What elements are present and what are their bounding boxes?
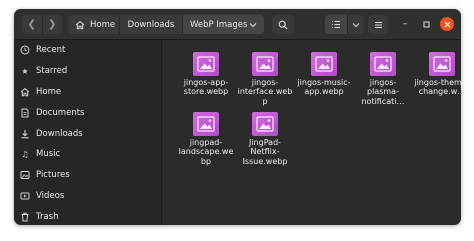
sidebar-item-label: Music <box>36 149 61 160</box>
list-view-icon <box>332 21 340 28</box>
file-manager-window: ❮ ❯ Home Downloads WebP Images – Recent … <box>14 9 461 225</box>
file-item[interactable]: jingos-plasma-notificati… <box>355 52 411 106</box>
sidebar-item-recent[interactable]: Recent <box>14 40 161 61</box>
video-icon <box>20 191 30 201</box>
sidebar-item-downloads[interactable]: Downloads <box>14 123 161 144</box>
file-name: jingpad-landscape.webp <box>178 138 234 166</box>
sidebar-item-label: Trash <box>36 211 59 222</box>
navigation-buttons: ❮ ❯ <box>22 15 62 34</box>
download-icon <box>20 129 30 139</box>
image-file-icon <box>193 112 219 136</box>
close-button[interactable] <box>440 17 454 31</box>
search-button[interactable] <box>272 15 294 34</box>
maximize-icon <box>423 21 429 27</box>
back-button[interactable]: ❮ <box>22 15 42 34</box>
file-grid: jingos-app-store.webp jingos-interface.w… <box>162 40 461 225</box>
home-icon <box>20 87 30 97</box>
file-name: jingos-music-app.webp <box>297 78 351 97</box>
image-file-icon <box>429 52 455 76</box>
sidebar-item-starred[interactable]: ★ Starred <box>14 61 161 82</box>
sidebar-item-label: Recent <box>36 45 66 56</box>
image-file-icon <box>193 52 219 76</box>
file-item[interactable]: jingos-theme-change.w… <box>414 52 461 97</box>
pictures-icon <box>20 170 30 180</box>
clock-icon <box>20 45 30 55</box>
document-icon <box>20 108 30 118</box>
sidebar-item-label: Documents <box>36 107 85 118</box>
file-item[interactable]: jingos-interface.webp <box>237 52 293 106</box>
file-item[interactable]: jingos-app-store.webp <box>178 52 234 97</box>
file-name: jingos-plasma-notificati… <box>361 78 405 106</box>
chevron-left-icon: ❮ <box>27 19 36 30</box>
sidebar: Recent ★ Starred Home Documents Download… <box>14 40 162 225</box>
file-name: jingos-app-store.webp <box>183 78 229 97</box>
close-icon <box>444 21 450 27</box>
music-icon: ♫ <box>21 149 29 159</box>
sidebar-item-home[interactable]: Home <box>14 82 161 103</box>
chevron-right-icon: ❯ <box>48 19 57 30</box>
sidebar-item-trash[interactable]: Trash <box>14 206 161 225</box>
minimize-button[interactable]: – <box>398 17 412 31</box>
chevron-down-icon <box>249 22 257 27</box>
hamburger-menu-icon <box>374 21 382 28</box>
list-view-button[interactable] <box>325 15 347 34</box>
file-name: JingPad-Netflix-Issue.webp <box>242 138 288 166</box>
sidebar-item-documents[interactable]: Documents <box>14 102 161 123</box>
file-item[interactable]: JingPad-Netflix-Issue.webp <box>237 112 293 166</box>
sidebar-item-label: Downloads <box>36 128 83 139</box>
file-name: jingos-interface.webp <box>237 78 293 106</box>
image-file-icon <box>252 52 278 76</box>
breadcrumb-home[interactable]: Home <box>68 15 119 34</box>
image-file-icon <box>370 52 396 76</box>
maximize-button[interactable] <box>419 17 433 31</box>
file-item[interactable]: jingpad-landscape.webp <box>178 112 234 166</box>
view-options-button[interactable] <box>347 15 364 34</box>
sidebar-item-pictures[interactable]: Pictures <box>14 165 161 186</box>
sidebar-item-music[interactable]: ♫ Music <box>14 144 161 165</box>
image-file-icon <box>311 52 337 76</box>
chevron-down-icon <box>352 22 360 27</box>
minimize-icon: – <box>402 19 408 29</box>
sidebar-item-label: Pictures <box>36 170 70 181</box>
breadcrumb-downloads[interactable]: Downloads <box>119 15 182 34</box>
breadcrumb-current[interactable]: WebP Images <box>182 15 264 34</box>
header-bar: ❮ ❯ Home Downloads WebP Images – <box>14 9 461 40</box>
search-icon <box>278 20 288 29</box>
sidebar-item-label: Starred <box>36 66 68 77</box>
file-item[interactable]: jingos-music-app.webp <box>296 52 352 97</box>
file-name: jingos-theme-change.w… <box>414 78 461 97</box>
sidebar-item-videos[interactable]: Videos <box>14 186 161 207</box>
breadcrumb-home-label: Home <box>90 19 116 30</box>
menu-button[interactable] <box>368 15 388 34</box>
sidebar-item-label: Home <box>36 86 62 97</box>
trash-icon <box>20 212 30 222</box>
sidebar-item-label: Videos <box>36 190 65 201</box>
forward-button[interactable]: ❯ <box>41 15 63 34</box>
image-file-icon <box>252 112 278 136</box>
breadcrumb-downloads-label: Downloads <box>127 19 175 30</box>
home-icon <box>75 20 85 29</box>
breadcrumb: Home Downloads WebP Images <box>68 15 264 34</box>
star-icon: ★ <box>21 66 29 76</box>
breadcrumb-current-label: WebP Images <box>190 19 248 30</box>
